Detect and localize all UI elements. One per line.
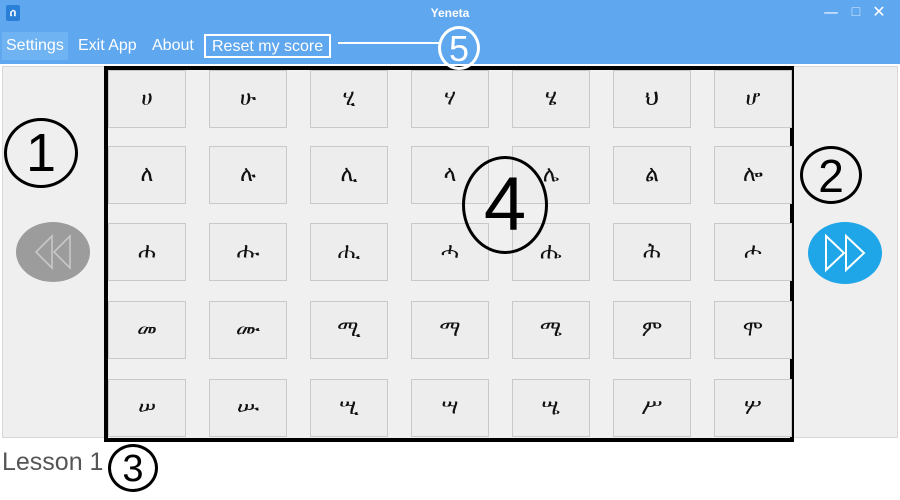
letter-tile[interactable]: ሒ — [310, 223, 388, 281]
app-window: ሰ Yeneta — ☐ ✕ Settings Exit App About R… — [0, 0, 900, 500]
menu-about[interactable]: About — [148, 32, 198, 60]
annotation-2: 2 — [800, 146, 862, 204]
letter-tile[interactable]: ሤ — [512, 379, 590, 437]
letter-tile[interactable]: ማ — [411, 301, 489, 359]
title-bar: ሰ Yeneta — ☐ ✕ — [0, 0, 900, 28]
letter-tile[interactable]: ህ — [613, 70, 691, 128]
letter-tile[interactable]: ሐ — [108, 223, 186, 281]
letter-tile[interactable]: ለ — [108, 146, 186, 204]
menu-settings[interactable]: Settings — [2, 32, 68, 60]
letter-tile[interactable]: ሥ — [613, 379, 691, 437]
letter-tile[interactable]: ሃ — [411, 70, 489, 128]
letter-tile[interactable]: ም — [613, 301, 691, 359]
letter-tile[interactable]: ል — [613, 146, 691, 204]
fast-forward-icon — [825, 233, 866, 273]
letter-tile[interactable]: ሦ — [714, 379, 792, 437]
letter-tile[interactable]: ሁ — [209, 70, 287, 128]
minimize-button[interactable]: — — [820, 2, 842, 22]
letter-tile[interactable]: ሀ — [108, 70, 186, 128]
rewind-icon — [34, 234, 71, 270]
annotation-3: 3 — [108, 444, 158, 492]
letter-tile[interactable]: ሑ — [209, 223, 287, 281]
annotation-1: 1 — [4, 118, 78, 188]
next-lesson-button[interactable] — [808, 222, 882, 284]
letter-tile[interactable]: ሢ — [310, 379, 388, 437]
menu-exit-app[interactable]: Exit App — [74, 32, 141, 60]
window-title: Yeneta — [430, 6, 470, 20]
letter-tile[interactable]: ሣ — [411, 379, 489, 437]
annotation-5: 5 — [438, 26, 480, 70]
letter-tile[interactable]: ሉ — [209, 146, 287, 204]
letter-tile[interactable]: መ — [108, 301, 186, 359]
letter-tile[interactable]: ሖ — [714, 223, 792, 281]
letter-tile[interactable]: ሎ — [714, 146, 792, 204]
letter-tile[interactable]: ሠ — [108, 379, 186, 437]
letter-tile[interactable]: ሆ — [714, 70, 792, 128]
menu-reset-score[interactable]: Reset my score — [204, 34, 332, 58]
close-button[interactable]: ✕ — [868, 2, 890, 22]
letter-tile[interactable]: ሜ — [512, 301, 590, 359]
letter-tile[interactable]: ሙ — [209, 301, 287, 359]
lesson-label: Lesson 1 — [2, 448, 104, 476]
previous-lesson-button[interactable] — [16, 222, 90, 282]
annotation-4: 4 — [462, 156, 548, 254]
letter-tile[interactable]: ሞ — [714, 301, 792, 359]
letter-tile[interactable]: ሂ — [310, 70, 388, 128]
letter-tile[interactable]: ሕ — [613, 223, 691, 281]
letter-grid: ሀሁሂሃሄህሆለሉሊላሌልሎሐሑሒሓሔሕሖመሙሚማሜምሞሠሡሢሣሤሥሦ — [104, 66, 794, 442]
letter-tile[interactable]: ሡ — [209, 379, 287, 437]
maximize-button[interactable]: ☐ — [845, 2, 867, 22]
letter-tile[interactable]: ሚ — [310, 301, 388, 359]
letter-tile[interactable]: ሊ — [310, 146, 388, 204]
annotation-5-connector — [338, 42, 440, 44]
letter-tile[interactable]: ሄ — [512, 70, 590, 128]
